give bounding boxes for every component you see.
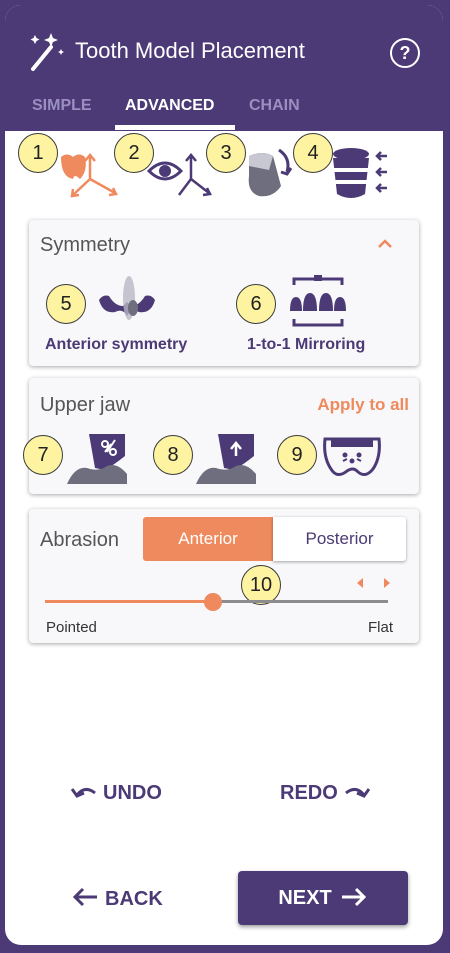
rotate-tooth-icon[interactable] bbox=[243, 146, 299, 202]
callout-badge: 6 bbox=[236, 284, 276, 324]
upper-jaw-card: Upper jaw Apply to all 7 8 9 bbox=[23, 378, 419, 494]
anterior-symmetry-icon[interactable] bbox=[93, 274, 167, 330]
next-label: NEXT bbox=[278, 887, 332, 909]
symmetry-card: Symmetry 5 Anterior symmetry 6 1-to-1 Mi… bbox=[29, 220, 419, 366]
callout-badge: 5 bbox=[46, 284, 86, 324]
tab-chain[interactable]: CHAIN bbox=[249, 97, 300, 115]
jaw-arch-icon[interactable] bbox=[321, 433, 383, 481]
anterior-symmetry-label[interactable]: Anterior symmetry bbox=[45, 336, 187, 354]
undo-icon bbox=[70, 788, 96, 798]
arrow-left-icon bbox=[72, 887, 97, 907]
tab-advanced[interactable]: ADVANCED bbox=[125, 97, 214, 115]
callout-badge: 1 bbox=[18, 133, 58, 173]
page-title: Tooth Model Placement bbox=[75, 38, 305, 63]
slider-thumb[interactable] bbox=[204, 593, 223, 611]
callout-badge: 3 bbox=[206, 133, 246, 173]
callout-badge: 7 bbox=[23, 435, 63, 475]
cut-tooth-icon[interactable] bbox=[65, 430, 131, 486]
help-icon[interactable]: ? bbox=[390, 38, 420, 68]
back-label: BACK bbox=[105, 888, 163, 910]
abrasion-slider[interactable] bbox=[45, 593, 388, 611]
apply-to-all-button[interactable]: Apply to all bbox=[317, 395, 409, 415]
slider-fill bbox=[45, 600, 214, 603]
segment-posterior[interactable]: Posterior bbox=[273, 517, 406, 561]
redo-label: REDO bbox=[280, 782, 338, 804]
tooth-placement-panel: Tooth Model Placement ? SIMPLE ADVANCED … bbox=[5, 5, 443, 945]
mirroring-label[interactable]: 1-to-1 Mirroring bbox=[247, 336, 365, 354]
move-tooth-icon[interactable] bbox=[57, 151, 123, 201]
decrement-arrow-icon[interactable] bbox=[355, 577, 365, 589]
abrasion-title: Abrasion bbox=[40, 529, 119, 551]
segment-anterior[interactable]: Anterior bbox=[143, 517, 273, 561]
mirroring-icon[interactable] bbox=[284, 273, 352, 331]
magic-wand-icon bbox=[30, 33, 64, 71]
callout-badge: 10 bbox=[241, 565, 281, 605]
undo-label: UNDO bbox=[103, 782, 162, 804]
next-button[interactable]: NEXT bbox=[238, 871, 408, 925]
callout-badge: 9 bbox=[277, 435, 317, 475]
tab-simple[interactable]: SIMPLE bbox=[32, 97, 92, 115]
increment-arrow-icon[interactable] bbox=[382, 577, 392, 589]
redo-icon bbox=[344, 788, 371, 798]
callout-badge: 8 bbox=[153, 435, 193, 475]
view-axes-icon[interactable] bbox=[145, 149, 213, 201]
header: Tooth Model Placement ? SIMPLE ADVANCED … bbox=[5, 5, 443, 131]
chevron-up-icon[interactable] bbox=[377, 238, 393, 250]
symmetry-title: Symmetry bbox=[40, 234, 130, 256]
active-tab-indicator bbox=[115, 125, 235, 130]
redo-button[interactable]: REDO bbox=[280, 782, 371, 805]
callout-badge: 4 bbox=[293, 133, 333, 173]
raise-tooth-icon[interactable] bbox=[194, 430, 260, 486]
back-button[interactable]: BACK bbox=[71, 887, 163, 911]
undo-button[interactable]: UNDO bbox=[70, 782, 162, 805]
arrow-right-icon bbox=[341, 887, 366, 907]
scale-tooth-icon[interactable] bbox=[331, 146, 391, 202]
upper-jaw-title: Upper jaw bbox=[40, 394, 131, 416]
slider-min-label: Pointed bbox=[46, 619, 97, 636]
abrasion-card: Abrasion Anterior Posterior 10 Pointed F… bbox=[29, 509, 419, 643]
slider-max-label: Flat bbox=[367, 619, 393, 636]
